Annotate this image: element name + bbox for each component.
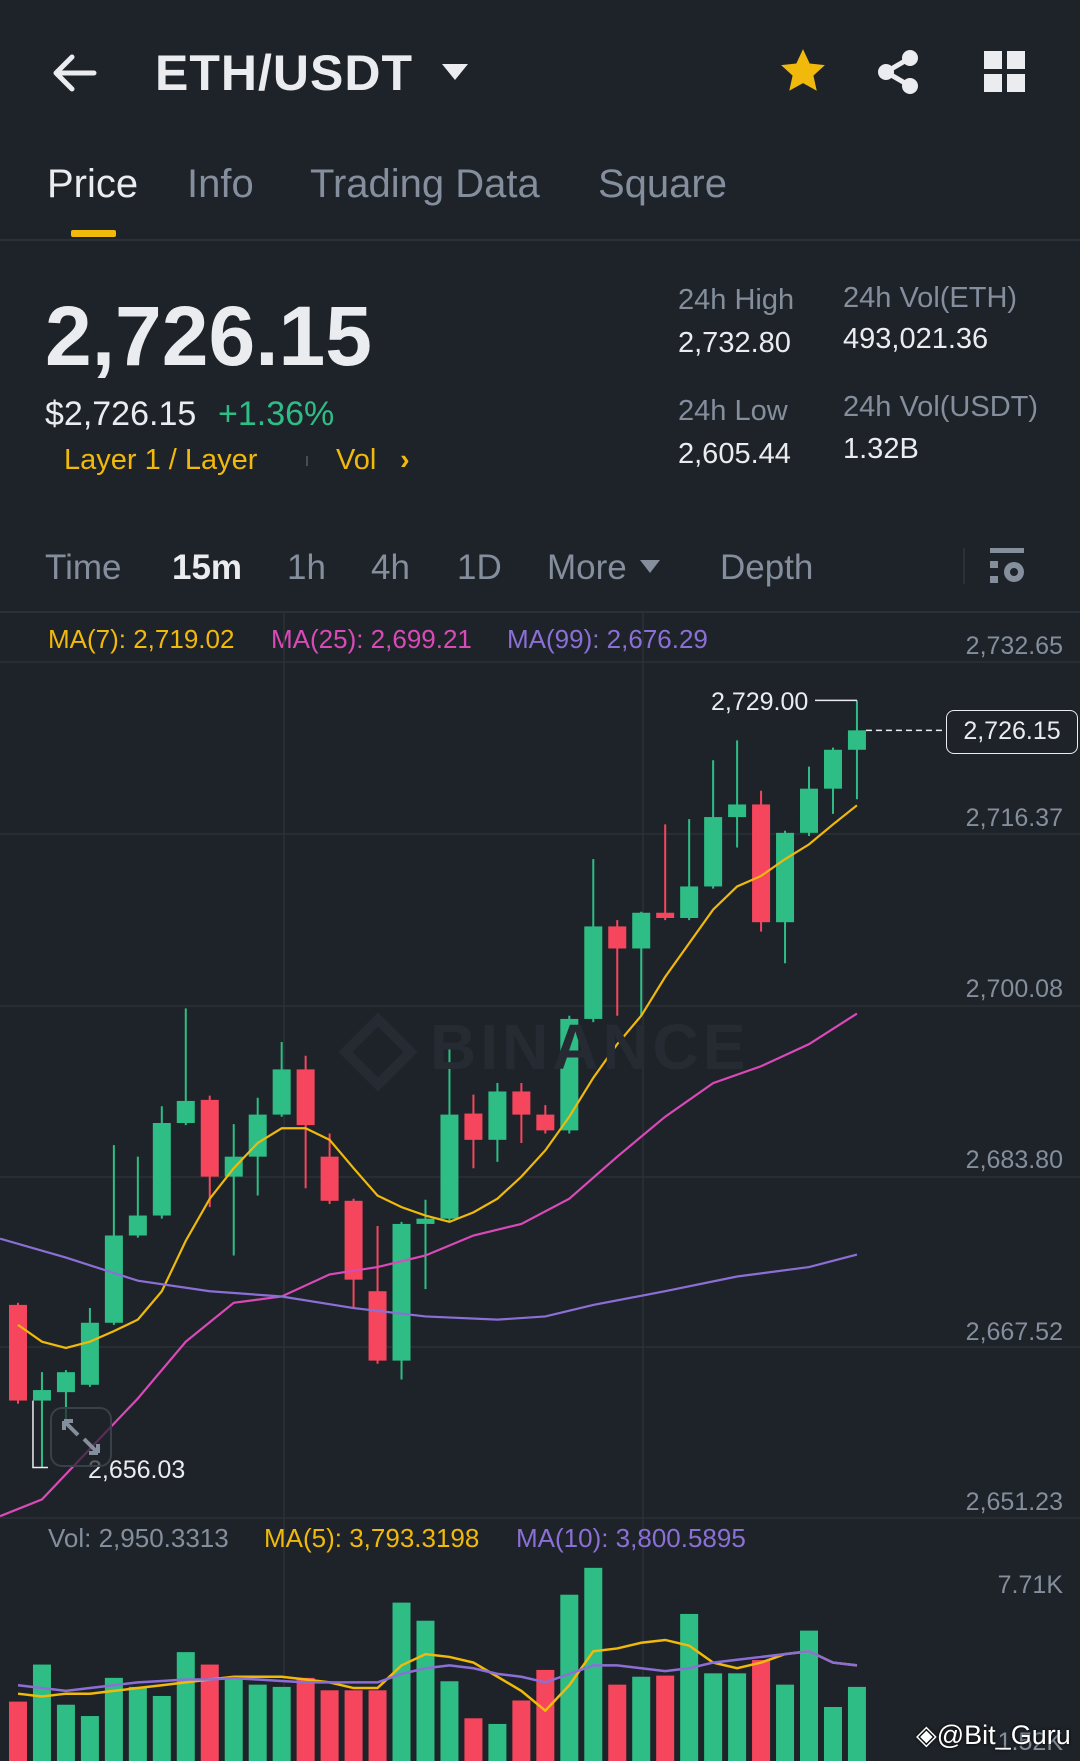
candle-body (200, 1099, 219, 1177)
candle-body (800, 788, 819, 833)
candle-body (823, 749, 842, 789)
volume-bar (80, 1716, 99, 1761)
volume-tick: 7.71K (997, 1571, 1063, 1599)
candle-body (656, 912, 675, 919)
price-tick: 2,683.80 (965, 1146, 1063, 1174)
candle-body (176, 1100, 195, 1124)
price-tick: 2,700.08 (965, 975, 1063, 1003)
volume-bar (344, 1690, 363, 1761)
volume-bar (728, 1673, 747, 1761)
candle-body (512, 1091, 531, 1115)
volume-bar (296, 1677, 315, 1761)
binance-watermark: BINANCE (338, 1010, 750, 1092)
current-price-label[interactable]: 2,726.15 (946, 710, 1078, 754)
volume-bar (440, 1681, 459, 1761)
candle-body (728, 804, 747, 818)
candlestick-chart[interactable] (0, 0, 1080, 1761)
candle-body (440, 1114, 459, 1219)
ma99-line (0, 1237, 858, 1321)
volume-bar (9, 1701, 27, 1761)
volume-bar (656, 1675, 675, 1761)
volume-bar (512, 1700, 531, 1761)
volume-bar (464, 1718, 483, 1761)
candle-body (752, 804, 771, 923)
candle-body (392, 1223, 411, 1361)
price-tick: 2,651.23 (965, 1488, 1063, 1516)
volume-bar (368, 1690, 387, 1761)
high-marker-label: 2,729.00 (711, 688, 809, 716)
volume-bar (680, 1613, 699, 1761)
volume-bar (704, 1673, 723, 1761)
candle-body (80, 1322, 99, 1385)
candle-body (416, 1218, 435, 1224)
candle-body (320, 1156, 339, 1201)
volume-bar (176, 1652, 195, 1761)
candle-body (104, 1235, 123, 1323)
price-tick: 2,732.65 (965, 632, 1063, 660)
volume-bar (488, 1723, 507, 1761)
price-tick: 2,716.37 (965, 804, 1063, 832)
volume-bar (224, 1677, 243, 1761)
credit-watermark: ◈@Bit_Guru (916, 1720, 1071, 1751)
volume-bar (847, 1686, 866, 1761)
credit-text: @Bit_Guru (936, 1720, 1071, 1750)
candle-body (32, 1390, 51, 1401)
expand-icon (62, 1419, 100, 1455)
volume-bar (608, 1684, 627, 1761)
candle-body (9, 1304, 27, 1401)
candle-body (608, 926, 627, 949)
volume-legend: Vol: 2,950.3313 (48, 1523, 229, 1553)
volume-bar (776, 1684, 795, 1761)
price-tick: 2,667.52 (965, 1318, 1063, 1346)
candle-body (704, 817, 723, 887)
volume-ma10-legend: MA(10): 3,800.5895 (516, 1523, 746, 1553)
ma25-line (0, 1012, 858, 1518)
candle-body (152, 1123, 171, 1216)
fullscreen-button[interactable] (50, 1407, 112, 1467)
volume-bar (752, 1660, 771, 1761)
candle-body (344, 1200, 363, 1280)
candle-body (488, 1091, 507, 1140)
volume-bar (416, 1620, 435, 1761)
candle-body (272, 1069, 291, 1115)
candle-body (632, 912, 651, 949)
candle-body (776, 832, 795, 923)
candle-body (296, 1069, 315, 1126)
candle-body (368, 1291, 387, 1361)
volume-bar (272, 1686, 291, 1761)
candle-body (584, 926, 603, 1019)
low-marker-line (32, 1400, 48, 1469)
volume-bar (56, 1704, 75, 1761)
volume-bar (32, 1664, 51, 1761)
binance-logo-icon (338, 1012, 418, 1092)
volume-bar (248, 1684, 267, 1761)
volume-bar (152, 1695, 171, 1761)
volume-ma5-legend: MA(5): 3,793.3198 (264, 1523, 480, 1553)
volume-bar (128, 1686, 147, 1761)
volume-bar (632, 1676, 651, 1761)
candle-body (128, 1215, 147, 1236)
candle-body (464, 1113, 483, 1140)
volume-bar (823, 1706, 842, 1761)
binance-small-logo-icon: ◈ (916, 1720, 937, 1750)
volume-bar (320, 1690, 339, 1761)
candle-body (536, 1114, 555, 1131)
candle-body (847, 730, 866, 750)
volume-bar (392, 1602, 411, 1761)
candle-body (680, 886, 699, 919)
candle-body (56, 1372, 75, 1393)
watermark-text: BINANCE (430, 1011, 750, 1083)
